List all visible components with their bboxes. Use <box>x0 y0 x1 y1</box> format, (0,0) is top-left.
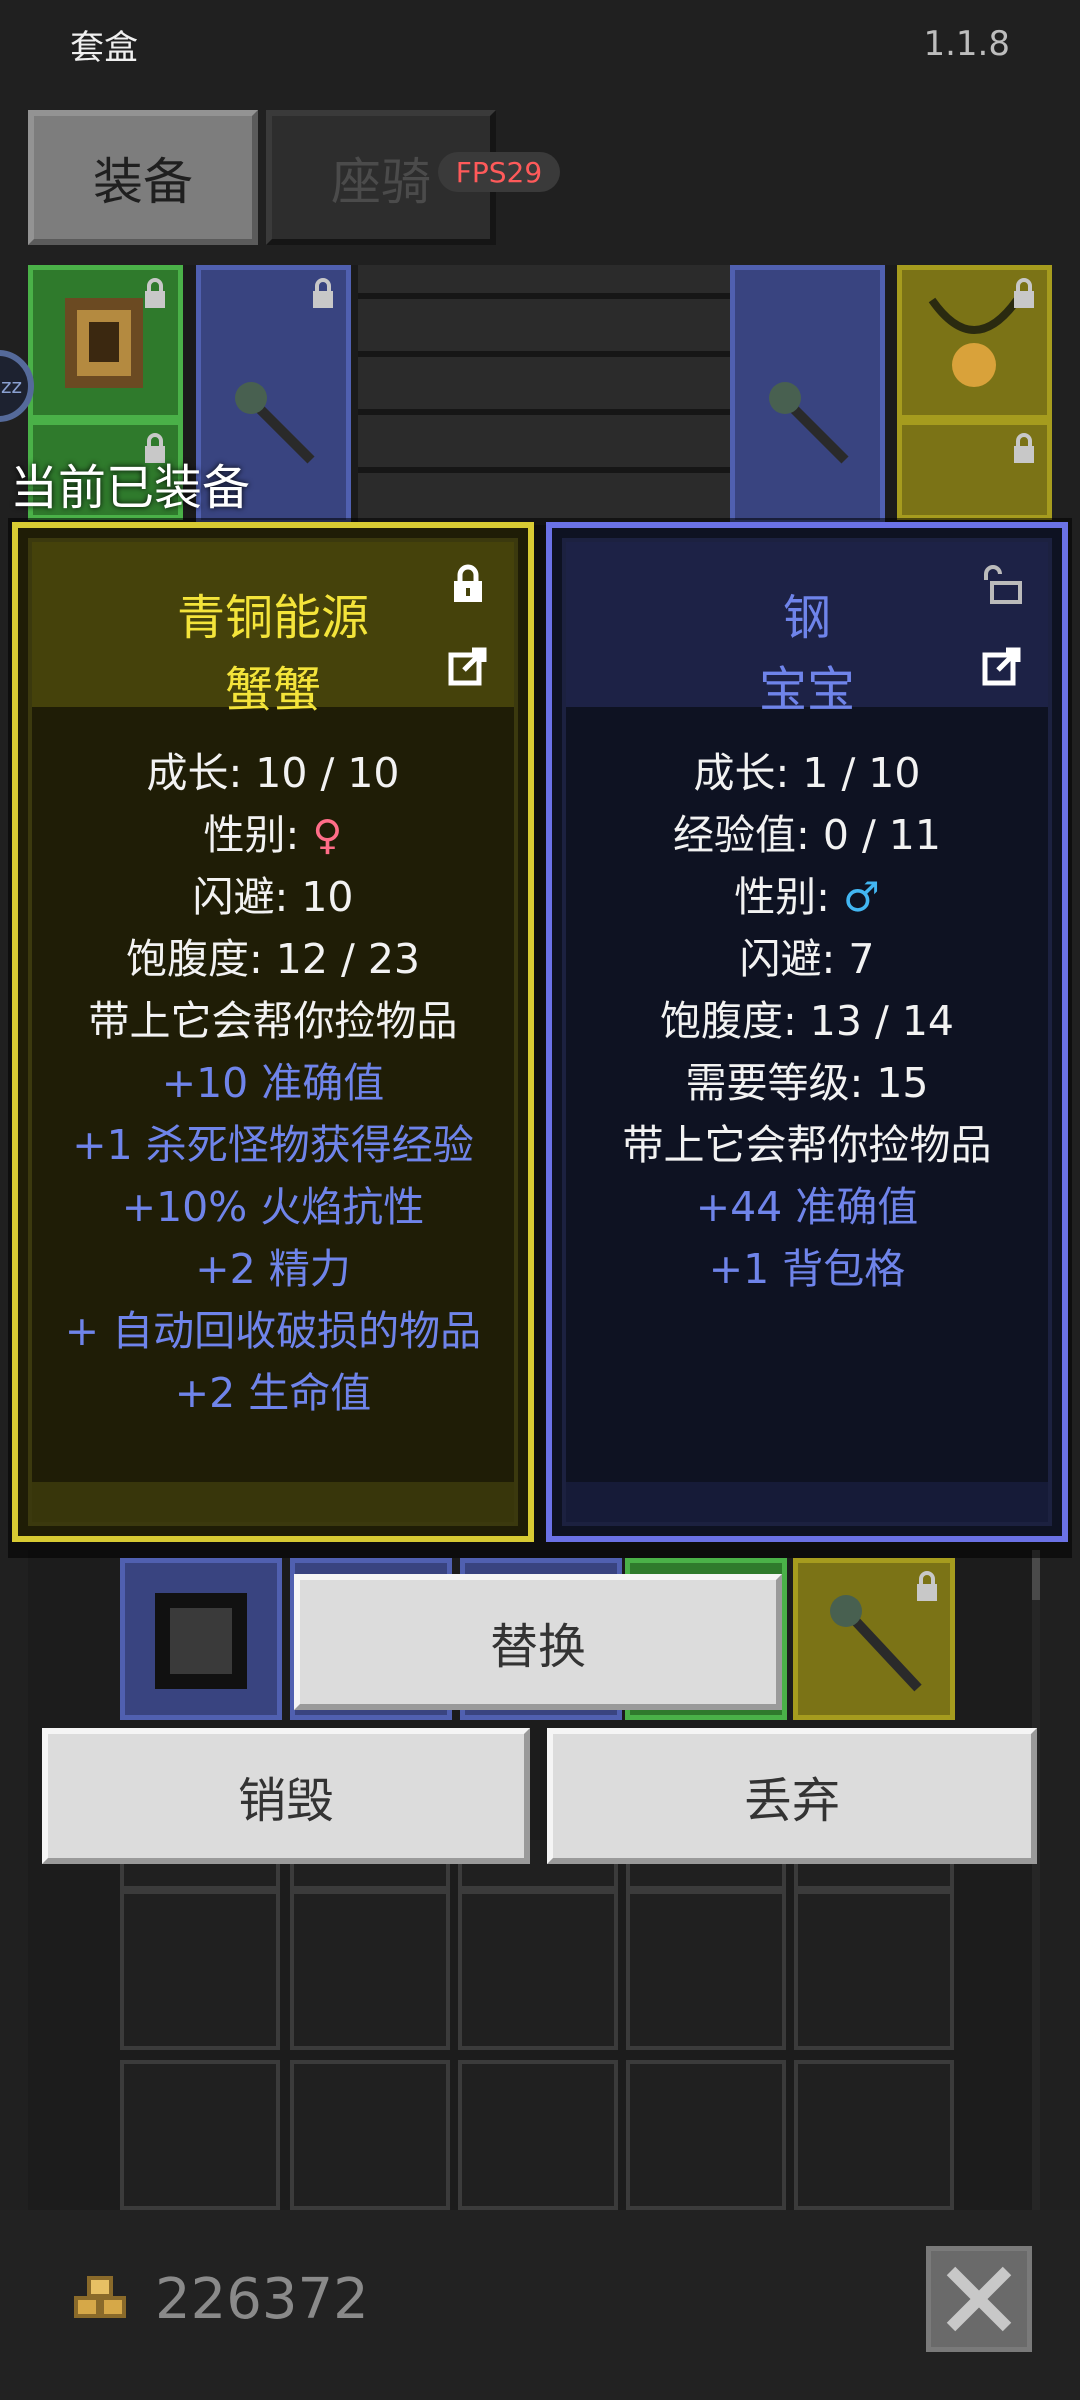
card-frame: 青铜能源 蟹蟹 成长: 10 / 10 性别: ♀ 闪避: 10 饱腹度: 12… <box>28 538 518 1526</box>
inventory-slot[interactable] <box>290 2060 450 2210</box>
export-icon[interactable] <box>448 646 488 686</box>
item-stats: 成长: 10 / 10 性别: ♀ 闪避: 10 饱腹度: 12 / 23 带上… <box>32 742 514 1424</box>
female-symbol-icon: ♀ <box>312 811 343 859</box>
status-bar: 套盒 1.1.8 <box>0 0 1080 95</box>
equipped-item-card: 青铜能源 蟹蟹 成长: 10 / 10 性别: ♀ 闪避: 10 饱腹度: 12… <box>12 522 534 1542</box>
card-footer <box>566 1482 1048 1522</box>
inventory-slot[interactable] <box>794 2060 954 2210</box>
inventory-slot-mace[interactable] <box>793 1558 955 1720</box>
lock-icon[interactable] <box>448 564 488 604</box>
inventory-slot[interactable] <box>794 1890 954 2050</box>
equip-slot-ring[interactable] <box>897 420 1052 520</box>
stat-line: 成长: 10 / 10 <box>146 749 400 797</box>
inventory-slot[interactable] <box>290 1890 450 2050</box>
item-name: 钢 <box>782 590 831 646</box>
gold-coins-icon <box>74 2276 126 2318</box>
bonus-line: + 自动回收破损的物品 <box>64 1307 482 1355</box>
stat-line: 需要等级: 15 <box>685 1059 929 1107</box>
item-name: 青铜能源 <box>176 590 369 646</box>
stat-line: 带上它会帮你捡物品 <box>88 997 458 1045</box>
inventory-slot[interactable] <box>120 1890 280 2050</box>
stat-line-gender: 性别: ♂ <box>566 866 1048 928</box>
selected-item-card: 钢 宝宝 成长: 1 / 10 经验值: 0 / 11 性别: ♂ 闪避: 7 … <box>546 522 1068 1542</box>
equip-slot-amulet[interactable] <box>897 265 1052 420</box>
gold-amount: 226372 <box>155 2267 369 2332</box>
bonus-line: +1 背包格 <box>708 1245 906 1293</box>
stat-line: 成长: 1 / 10 <box>693 749 921 797</box>
version-label: 1.1.8 <box>923 24 1010 64</box>
bonus-line: +10 准确值 <box>161 1059 385 1107</box>
gender-label: 性别: <box>203 811 313 859</box>
stat-line: 饱腹度: 13 / 14 <box>659 997 955 1045</box>
stat-line: 经验值: 0 / 11 <box>673 811 941 859</box>
lock-icon <box>145 278 165 308</box>
replace-button[interactable]: 替换 <box>294 1574 782 1710</box>
item-stats: 成长: 1 / 10 经验值: 0 / 11 性别: ♂ 闪避: 7 饱腹度: … <box>566 742 1048 1300</box>
stat-line: 闪避: 7 <box>739 935 875 983</box>
inventory-slot[interactable] <box>626 2060 786 2210</box>
destroy-button[interactable]: 销毁 <box>42 1728 530 1864</box>
drop-button[interactable]: 丢弃 <box>547 1728 1037 1864</box>
stat-line: 带上它会帮你捡物品 <box>622 1121 992 1169</box>
inventory-scrollbar[interactable] <box>1032 1550 1040 2210</box>
item-subname: 宝宝 <box>758 662 855 718</box>
bonus-line: +2 精力 <box>195 1245 351 1293</box>
card-frame: 钢 宝宝 成长: 1 / 10 经验值: 0 / 11 性别: ♂ 闪避: 7 … <box>562 538 1052 1526</box>
inventory-slot[interactable] <box>458 1890 618 2050</box>
tab-equipment[interactable]: 装备 <box>28 110 258 245</box>
equip-slot-offhand[interactable] <box>730 265 885 525</box>
inventory-slot-chestplate[interactable] <box>120 1558 282 1720</box>
lock-icon <box>1014 278 1034 308</box>
mace-icon <box>769 382 849 464</box>
close-icon <box>946 2266 1012 2332</box>
stat-line-gender: 性别: ♀ <box>32 804 514 866</box>
lock-icon <box>917 1571 937 1601</box>
close-button[interactable] <box>926 2246 1032 2352</box>
item-subname: 蟹蟹 <box>224 662 321 718</box>
chestplate-icon <box>155 1593 247 1689</box>
bonus-line: +10% 火焰抗性 <box>121 1183 425 1231</box>
inventory-slot[interactable] <box>626 1890 786 2050</box>
lock-icon <box>313 278 333 308</box>
lock-icon <box>1014 433 1034 463</box>
stat-line: 闪避: 10 <box>192 873 354 921</box>
app-title: 套盒 <box>70 28 138 68</box>
bonus-line: +44 准确值 <box>695 1183 919 1231</box>
inventory-slot[interactable] <box>458 2060 618 2210</box>
export-icon[interactable] <box>982 646 1022 686</box>
fps-badge: FPS29 <box>438 152 560 192</box>
bonus-line: +2 生命值 <box>174 1369 372 1417</box>
stat-line: 饱腹度: 12 / 23 <box>125 935 421 983</box>
card-footer <box>32 1482 514 1522</box>
dungeon-wall <box>358 265 758 525</box>
currently-equipped-label: 当前已装备 <box>10 460 251 516</box>
gender-label: 性别: <box>734 873 844 921</box>
bonus-line: +1 杀死怪物获得经验 <box>72 1121 474 1169</box>
unlock-icon[interactable] <box>982 564 1022 604</box>
male-symbol-icon: ♂ <box>843 873 880 921</box>
equip-slot-armor[interactable] <box>28 265 183 420</box>
inventory-slot[interactable] <box>120 2060 280 2210</box>
